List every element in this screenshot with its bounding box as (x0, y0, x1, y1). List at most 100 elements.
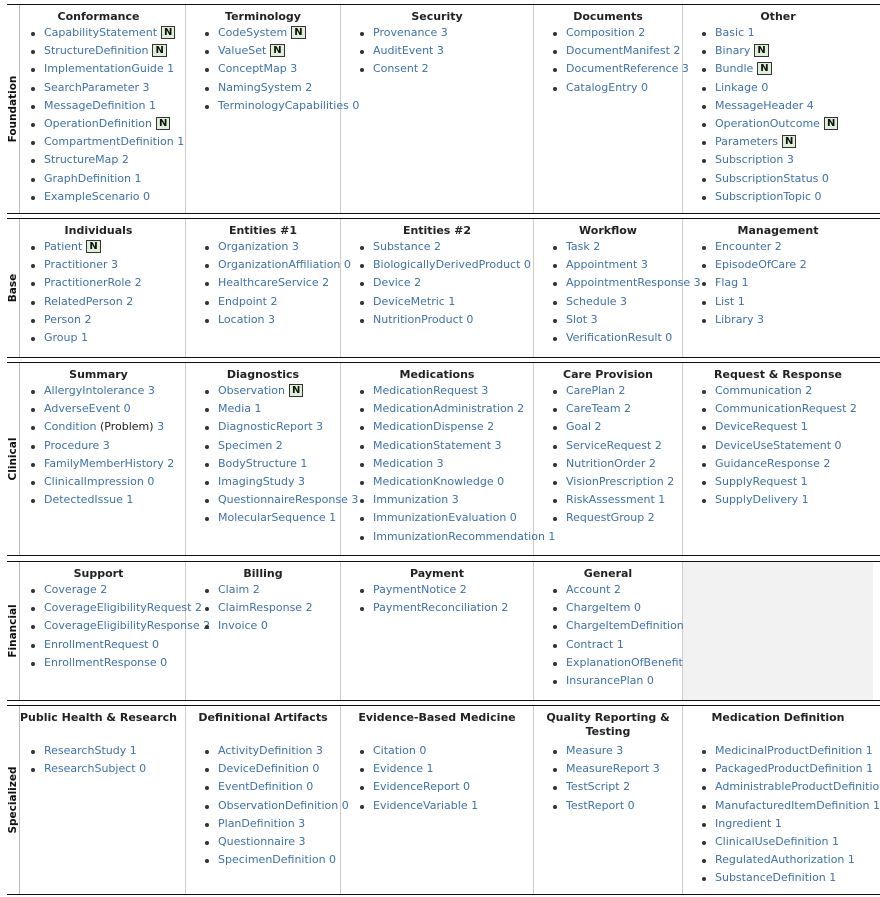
resource-link[interactable]: ImagingStudy 3 (218, 475, 305, 488)
resource-link[interactable]: ChargeItem 0 (566, 601, 641, 614)
resource-link[interactable]: EventDefinition 0 (218, 780, 313, 793)
resource-link[interactable]: RegulatedAuthorization 1 (715, 853, 855, 866)
resource-link[interactable]: Ingredient 1 (715, 817, 782, 830)
resource-link[interactable]: Organization 3 (218, 240, 299, 253)
resource-link[interactable]: AuditEvent 3 (373, 44, 444, 57)
resource-link[interactable]: Consent 2 (373, 62, 429, 75)
resource-link[interactable]: Coverage 2 (44, 583, 107, 596)
resource-link[interactable]: MedicinalProductDefinition 1 (715, 744, 873, 757)
resource-link[interactable]: Medication 3 (373, 457, 444, 470)
resource-link[interactable]: CareTeam 2 (566, 402, 631, 415)
resource-link[interactable]: HealthcareService 2 (218, 276, 329, 289)
resource-link[interactable]: SubstanceDefinition 1 (715, 871, 836, 884)
resource-link[interactable]: ClinicalImpression 0 (44, 475, 154, 488)
resource-link[interactable]: SearchParameter 3 (44, 81, 150, 94)
resource-link[interactable]: Linkage 0 (715, 81, 768, 94)
resource-link[interactable]: Group 1 (44, 331, 88, 344)
resource-link[interactable]: MedicationDispense 2 (373, 420, 494, 433)
resource-link[interactable]: SubscriptionTopic 0 (715, 190, 822, 203)
resource-link[interactable]: Observation (218, 384, 285, 397)
resource-link[interactable]: Encounter 2 (715, 240, 782, 253)
resource-link[interactable]: ClinicalUseDefinition 1 (715, 835, 839, 848)
resource-link[interactable]: FamilyMemberHistory 2 (44, 457, 174, 470)
resource-link[interactable]: DetectedIssue 1 (44, 493, 133, 506)
resource-link[interactable]: SupplyDelivery 1 (715, 493, 809, 506)
resource-link[interactable]: Provenance 3 (373, 26, 448, 39)
resource-link[interactable]: InsurancePlan 0 (566, 674, 654, 687)
resource-link[interactable]: CommunicationRequest 2 (715, 402, 857, 415)
resource-link[interactable]: Communication 2 (715, 384, 812, 397)
resource-link[interactable]: ClaimResponse 2 (218, 601, 313, 614)
resource-link[interactable]: OperationDefinition (44, 117, 152, 130)
resource-link[interactable]: RequestGroup 2 (566, 511, 655, 524)
resource-link[interactable]: Slot 3 (566, 313, 598, 326)
resource-link[interactable]: Schedule 3 (566, 295, 627, 308)
resource-link[interactable]: PaymentReconciliation 2 (373, 601, 508, 614)
resource-link[interactable]: Composition 2 (566, 26, 645, 39)
resource-link[interactable]: PaymentNotice 2 (373, 583, 467, 596)
resource-link[interactable]: GraphDefinition 1 (44, 172, 142, 185)
resource-link[interactable]: StructureMap 2 (44, 153, 129, 166)
resource-link[interactable]: MedicationStatement 3 (373, 439, 502, 452)
resource-link[interactable]: Claim 2 (218, 583, 260, 596)
resource-link[interactable]: PractitionerRole 2 (44, 276, 142, 289)
resource-link[interactable]: Flag 1 (715, 276, 749, 289)
resource-link[interactable]: CapabilityStatement (44, 26, 157, 39)
resource-link[interactable]: ImmunizationRecommendation 1 (373, 530, 555, 543)
resource-link[interactable]: Device 2 (373, 276, 421, 289)
resource-link[interactable]: VisionPrescription 2 (566, 475, 674, 488)
resource-link[interactable]: SupplyRequest 1 (715, 475, 808, 488)
resource-link[interactable]: TestScript 2 (566, 780, 630, 793)
resource-link[interactable]: Substance 2 (373, 240, 441, 253)
resource-maturity[interactable]: 3 (157, 420, 164, 433)
resource-link[interactable]: ValueSet (218, 44, 266, 57)
resource-link[interactable]: DeviceRequest 1 (715, 420, 808, 433)
resource-link[interactable]: ImmunizationEvaluation 0 (373, 511, 517, 524)
resource-link[interactable]: EnrollmentResponse 0 (44, 656, 167, 669)
resource-link[interactable]: TerminologyCapabilities 0 (218, 99, 359, 112)
resource-link[interactable]: DeviceMetric 1 (373, 295, 455, 308)
resource-link[interactable]: PlanDefinition 3 (218, 817, 305, 830)
resource-link[interactable]: Condition (44, 420, 97, 433)
resource-link[interactable]: Appointment 3 (566, 258, 648, 271)
resource-link[interactable]: NutritionProduct 0 (373, 313, 473, 326)
resource-link[interactable]: Specimen 2 (218, 439, 283, 452)
resource-link[interactable]: BiologicallyDerivedProduct 0 (373, 258, 531, 271)
resource-link[interactable]: List 1 (715, 295, 745, 308)
resource-link[interactable]: RelatedPerson 2 (44, 295, 133, 308)
resource-link[interactable]: PackagedProductDefinition 1 (715, 762, 873, 775)
resource-link[interactable]: EpisodeOfCare 2 (715, 258, 807, 271)
resource-link[interactable]: CatalogEntry 0 (566, 81, 648, 94)
resource-link[interactable]: Basic 1 (715, 26, 755, 39)
resource-link[interactable]: CodeSystem (218, 26, 287, 39)
resource-link[interactable]: Measure 3 (566, 744, 623, 757)
resource-link[interactable]: Invoice 0 (218, 619, 268, 632)
resource-link[interactable]: Procedure 3 (44, 439, 110, 452)
resource-link[interactable]: Citation 0 (373, 744, 426, 757)
resource-link[interactable]: CompartmentDefinition 1 (44, 135, 184, 148)
resource-link[interactable]: MessageDefinition 1 (44, 99, 156, 112)
resource-link[interactable]: QuestionnaireResponse 3 (218, 493, 358, 506)
resource-link[interactable]: NamingSystem 2 (218, 81, 312, 94)
resource-link[interactable]: Evidence 1 (373, 762, 434, 775)
resource-link[interactable]: NutritionOrder 2 (566, 457, 656, 470)
resource-link[interactable]: ImplementationGuide 1 (44, 62, 174, 75)
resource-link[interactable]: DocumentManifest 2 (566, 44, 680, 57)
resource-link[interactable]: TestReport 0 (566, 799, 635, 812)
resource-link[interactable]: ServiceRequest 2 (566, 439, 662, 452)
resource-link[interactable]: MeasureReport 3 (566, 762, 660, 775)
resource-link[interactable]: Library 3 (715, 313, 764, 326)
resource-link[interactable]: Binary (715, 44, 750, 57)
resource-link[interactable]: Person 2 (44, 313, 91, 326)
resource-link[interactable]: Bundle (715, 62, 753, 75)
resource-link[interactable]: Contract 1 (566, 638, 624, 651)
resource-link[interactable]: Media 1 (218, 402, 262, 415)
resource-link[interactable]: SpecimenDefinition 0 (218, 853, 336, 866)
resource-link[interactable]: Location 3 (218, 313, 275, 326)
resource-link[interactable]: Patient (44, 240, 82, 253)
resource-link[interactable]: EvidenceVariable 1 (373, 799, 478, 812)
resource-link[interactable]: MedicationRequest 3 (373, 384, 488, 397)
resource-link[interactable]: Endpoint 2 (218, 295, 277, 308)
resource-link[interactable]: ResearchSubject 0 (44, 762, 146, 775)
resource-link[interactable]: Account 2 (566, 583, 621, 596)
